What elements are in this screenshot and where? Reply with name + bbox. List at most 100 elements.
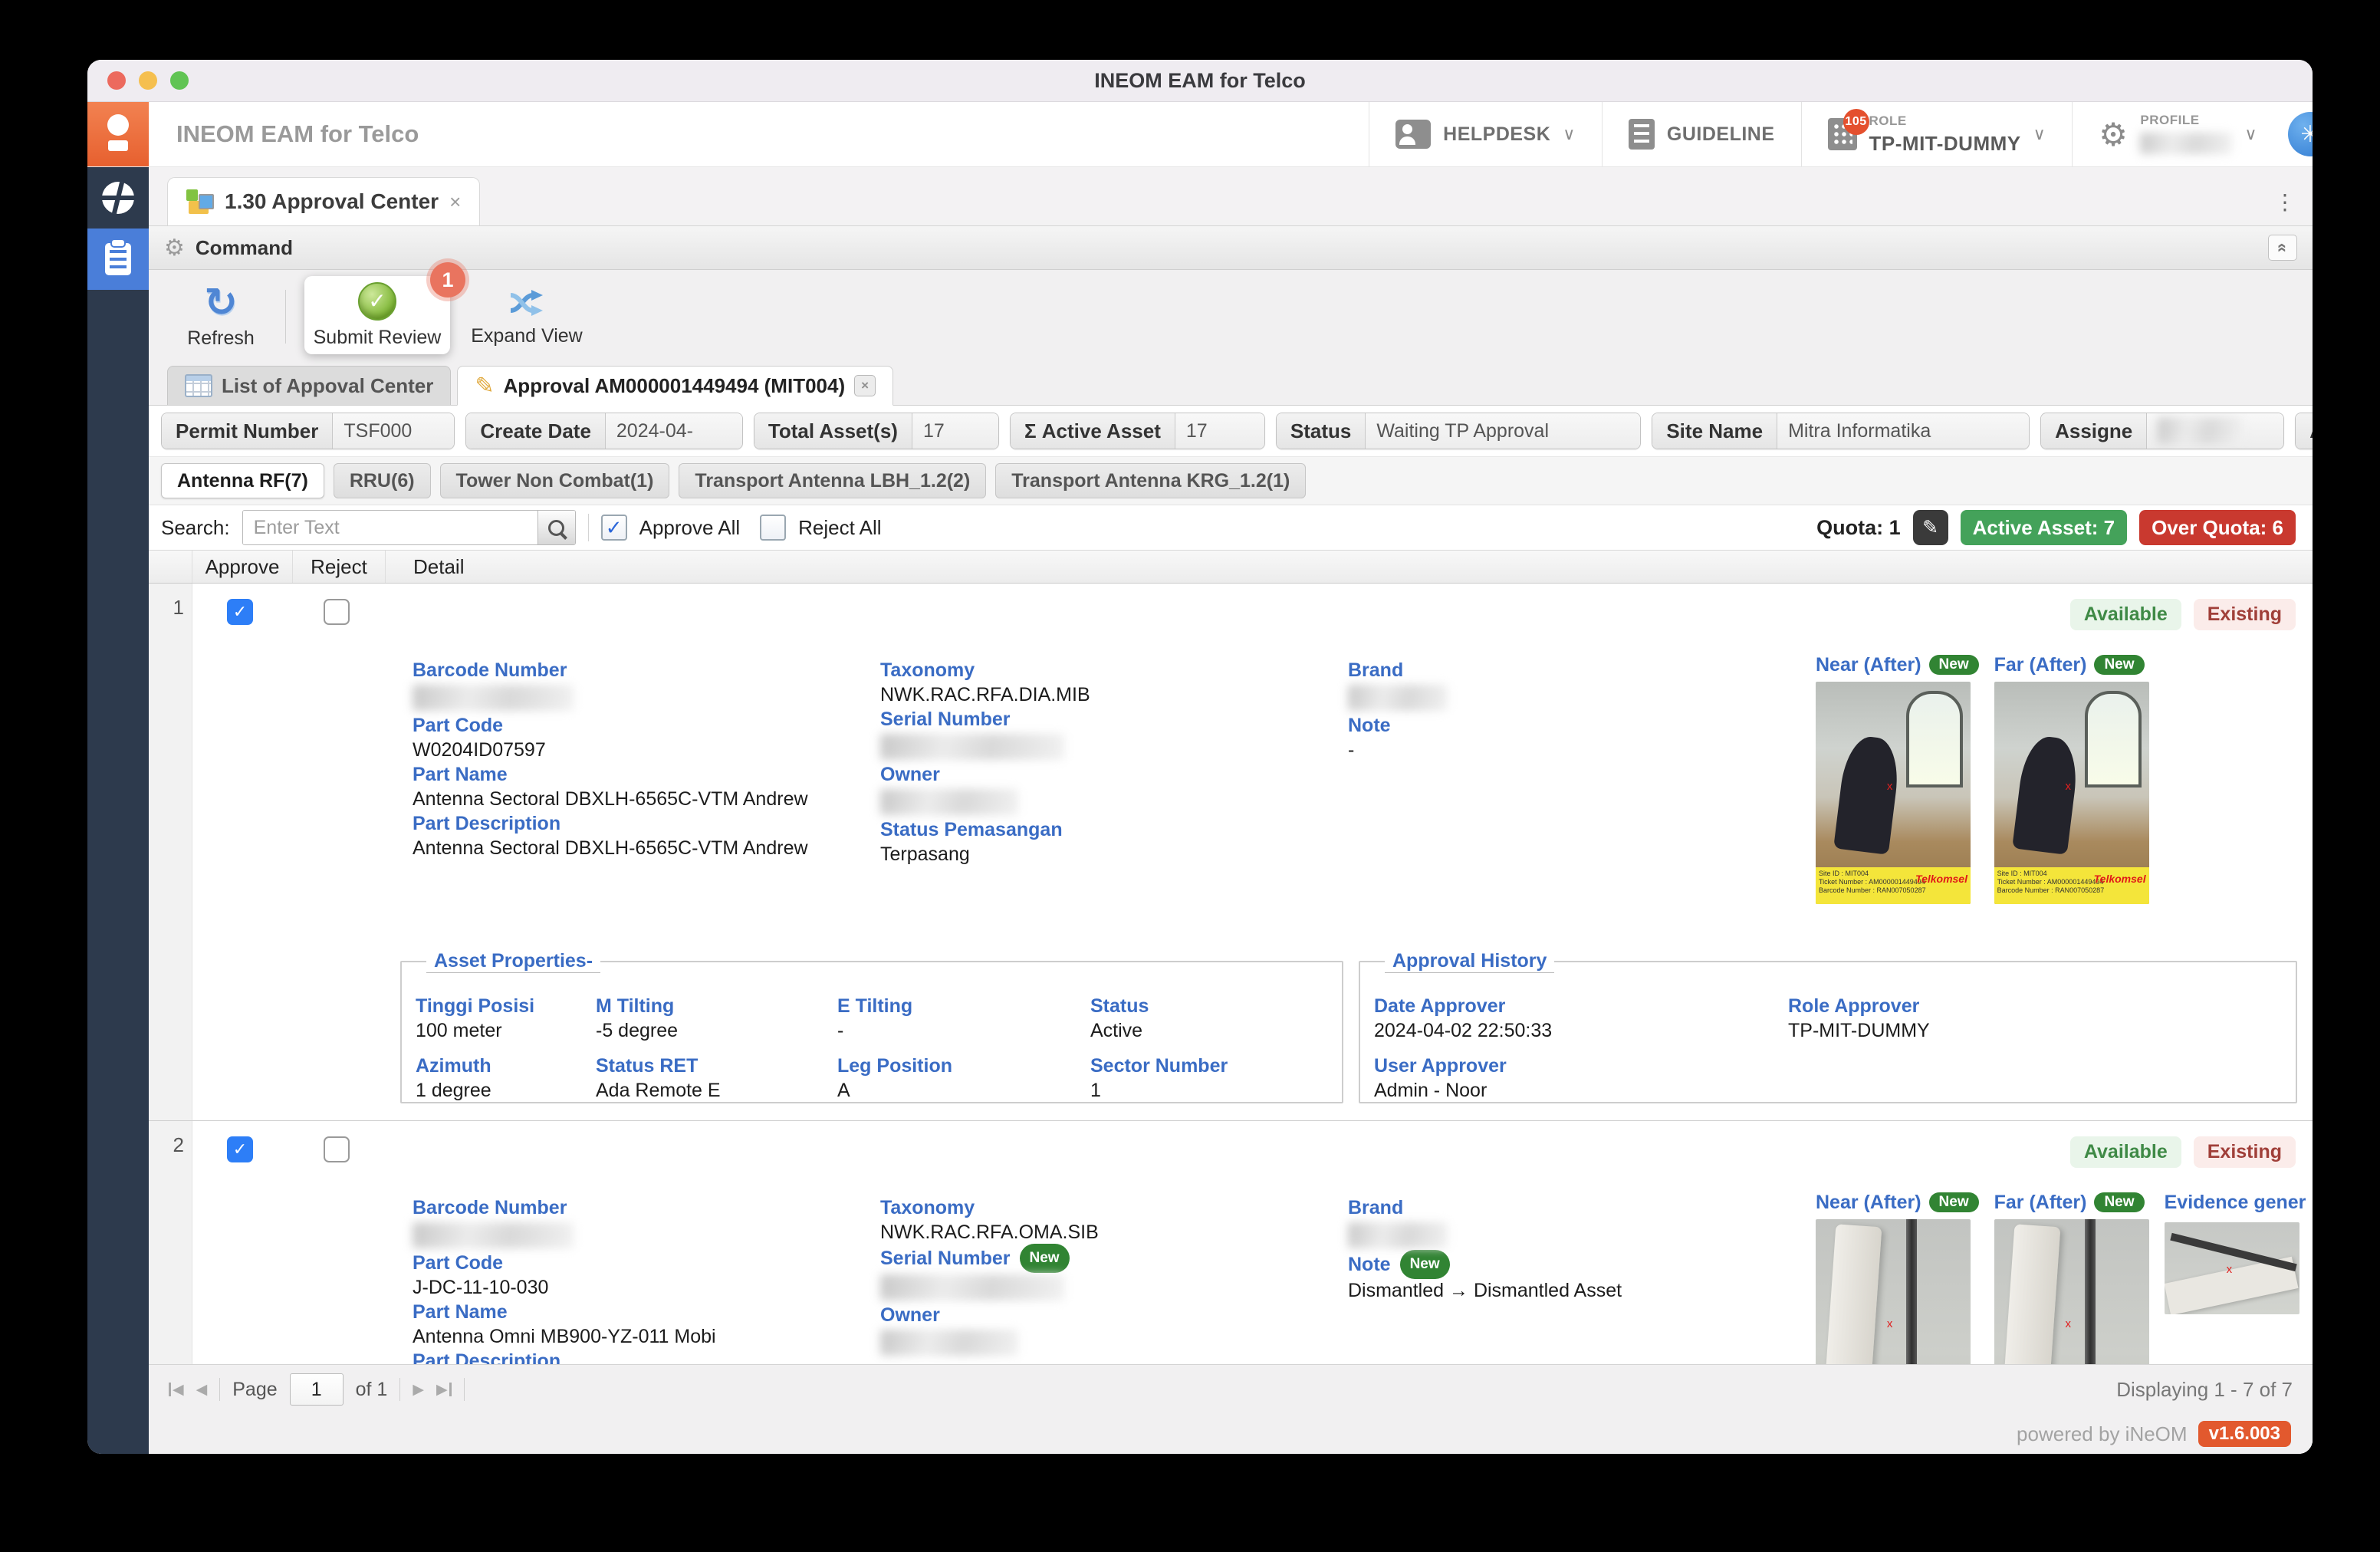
chevron-down-icon: ∨ xyxy=(2244,124,2257,143)
tab-list-of-approval-center[interactable]: List of Appoval Center xyxy=(167,366,452,405)
asset-properties-legend: Asset Properties- xyxy=(426,950,601,973)
marker-x-icon: x xyxy=(2065,1317,2072,1330)
module-cube-icon xyxy=(186,189,214,214)
evidence-photo[interactable]: x xyxy=(1816,1219,1971,1364)
row-number: 1 xyxy=(173,596,184,619)
photo-item: Near (After) New x xyxy=(1816,1185,1979,1364)
existing-badge: Existing xyxy=(2193,1136,2296,1168)
profile-menu[interactable]: ⚙ PROFILE ∨ xyxy=(2072,102,2283,166)
evidence-photo[interactable]: x xyxy=(1994,1219,2149,1364)
property-item: M Tilting -5 degree xyxy=(596,993,837,1042)
approve-all-checkbox[interactable] xyxy=(600,515,627,541)
app-switcher-icon[interactable]: ✳ xyxy=(2288,112,2313,156)
field-value: Antenna Sectoral DBXLH-6565C-VTM Andrew xyxy=(413,788,808,810)
evidence-photo[interactable]: x xyxy=(2164,1222,2299,1314)
photo-caption: Site ID : MIT004 Ticket Number : AM00000… xyxy=(1816,867,1971,904)
history-label: Role Approver xyxy=(1788,995,1920,1017)
availability-badge: Available xyxy=(2069,1136,2181,1168)
toolbar-divider xyxy=(285,290,286,344)
property-value: 1 xyxy=(1090,1080,1101,1101)
photo-item: Near (After) New x Site ID : MIT004 Tick… xyxy=(1816,648,1979,904)
property-label: Status RET xyxy=(596,1055,699,1077)
refresh-button[interactable]: ↻ Refresh xyxy=(159,270,282,363)
field-value: Antenna Omni MB900-YZ-011 Mobi xyxy=(413,1326,716,1347)
category-tab[interactable]: Tower Non Combat(1) xyxy=(439,463,670,498)
collapse-toolbar-button[interactable]: « xyxy=(2268,235,2297,261)
search-input[interactable] xyxy=(242,511,537,544)
table-row: 2 Available Existing Barcode Number Part… xyxy=(149,1121,2313,1364)
field-label: Barcode Number xyxy=(413,659,567,681)
property-item: Status Active xyxy=(1090,993,1342,1042)
history-item: Role Approver TP-MIT-DUMMY xyxy=(1788,993,2296,1042)
page-label: Page xyxy=(232,1378,278,1400)
detail-column: Brand Note - xyxy=(1348,657,1793,761)
first-page-button[interactable]: ◀ xyxy=(169,1381,184,1399)
search-button[interactable] xyxy=(537,511,575,544)
submit-review-button[interactable]: 1 ✓ Submit Review xyxy=(304,262,465,354)
existing-badge: Existing xyxy=(2193,599,2296,630)
field-label: Owner xyxy=(880,1304,940,1326)
field-value: Terpasang xyxy=(880,843,970,865)
telkomsel-logo: Telkomsel xyxy=(2093,873,2146,885)
photo-caption: Site ID : MIT004 Ticket Number : AM00000… xyxy=(1994,867,2149,904)
approval-history-legend: Approval History xyxy=(1385,950,1555,973)
approve-checkbox[interactable] xyxy=(227,599,253,625)
table-row: 1 Available Existing Barcode Number Part… xyxy=(149,584,2313,1121)
approve-all-label: Approve All xyxy=(639,515,741,539)
tab-approval-detail[interactable]: ✎ Approval AM000001449494 (MIT004) × xyxy=(457,366,894,406)
filter-label: Assigned xyxy=(2296,413,2313,449)
pencil-icon: ✎ xyxy=(475,373,495,399)
page-number-input[interactable]: 1 xyxy=(289,1373,344,1406)
reject-checkbox[interactable] xyxy=(324,1136,350,1162)
new-badge: New xyxy=(1928,1192,1979,1212)
category-tab[interactable]: Antenna RF(7) xyxy=(161,463,324,498)
version-badge: v1.6.003 xyxy=(2198,1421,2291,1447)
previous-page-button[interactable]: ◀ xyxy=(196,1381,208,1399)
profile-name-redacted xyxy=(2140,133,2233,154)
redacted-value xyxy=(880,789,1018,815)
command-bar: ⚙ Command « xyxy=(149,225,2313,270)
approval-grid: 1 Available Existing Barcode Number Part… xyxy=(149,584,2313,1364)
property-value: 100 meter xyxy=(416,1020,502,1041)
reject-checkbox[interactable] xyxy=(324,599,350,625)
search-box xyxy=(242,510,576,545)
close-tab-button[interactable]: × xyxy=(854,375,876,396)
guideline-icon xyxy=(1628,119,1655,150)
photo-item: Far (After) New x xyxy=(1994,1185,2149,1364)
evidence-photo[interactable]: x Site ID : MIT004 Ticket Number : AM000… xyxy=(1816,682,1971,904)
category-tab-label: RRU(6) xyxy=(349,469,415,492)
overflow-menu-icon[interactable]: ⋮ xyxy=(2274,189,2313,225)
filter-chip: Status Waiting TP Approval xyxy=(1275,413,1642,449)
tab-approval-center[interactable]: 1.30 Approval Center × xyxy=(167,177,481,225)
last-page-button[interactable]: ▶ xyxy=(436,1381,452,1399)
edit-quota-button[interactable]: ✎ xyxy=(1912,510,1948,545)
property-label: Tinggi Posisi xyxy=(416,995,535,1017)
sidebar-item-approval[interactable] xyxy=(87,229,149,290)
category-tab[interactable]: Transport Antenna LBH_1.2(2) xyxy=(679,463,987,498)
helpdesk-menu[interactable]: HELPDESK ∨ xyxy=(1369,102,1602,166)
expand-view-button[interactable]: Expand View xyxy=(465,270,588,363)
window-title: INEOM EAM for Telco xyxy=(1094,68,1306,92)
detail-column: Taxonomy NWK.RAC.RFA.OMA.SIB Serial Numb… xyxy=(880,1195,1325,1357)
role-menu[interactable]: 105 ROLE TP-MIT-DUMMY ∨ xyxy=(1800,102,2073,166)
evidence-photos: Near (After) New x Far (After) New x Evi… xyxy=(1816,1185,2306,1364)
redacted-value xyxy=(880,1330,1018,1356)
category-tab[interactable]: RRU(6) xyxy=(333,463,431,498)
redacted-value xyxy=(413,685,574,711)
property-value: Ada Remote E xyxy=(596,1080,721,1101)
filter-summary-row: Permit Number TSF000 Create Date 2024-04… xyxy=(149,406,2313,456)
approve-checkbox[interactable] xyxy=(227,1136,253,1162)
history-value: Admin - Noor xyxy=(1374,1080,1488,1101)
next-page-button[interactable]: ▶ xyxy=(413,1381,424,1399)
field-value: NWK.RAC.RFA.OMA.SIB xyxy=(880,1222,1099,1243)
sidebar-item-dashboard[interactable] xyxy=(87,167,149,229)
search-label: Search: xyxy=(161,515,230,539)
property-value: Active xyxy=(1090,1020,1143,1041)
filter-label: Create Date xyxy=(466,413,606,449)
category-tab[interactable]: Transport Antenna KRG_1.2(1) xyxy=(995,463,1307,498)
evidence-photo[interactable]: x Site ID : MIT004 Ticket Number : AM000… xyxy=(1994,682,2149,904)
guideline-menu[interactable]: GUIDELINE xyxy=(1601,102,1801,166)
divider xyxy=(399,1378,401,1401)
reject-all-checkbox[interactable] xyxy=(760,515,787,541)
close-tab-icon[interactable]: × xyxy=(449,190,461,214)
